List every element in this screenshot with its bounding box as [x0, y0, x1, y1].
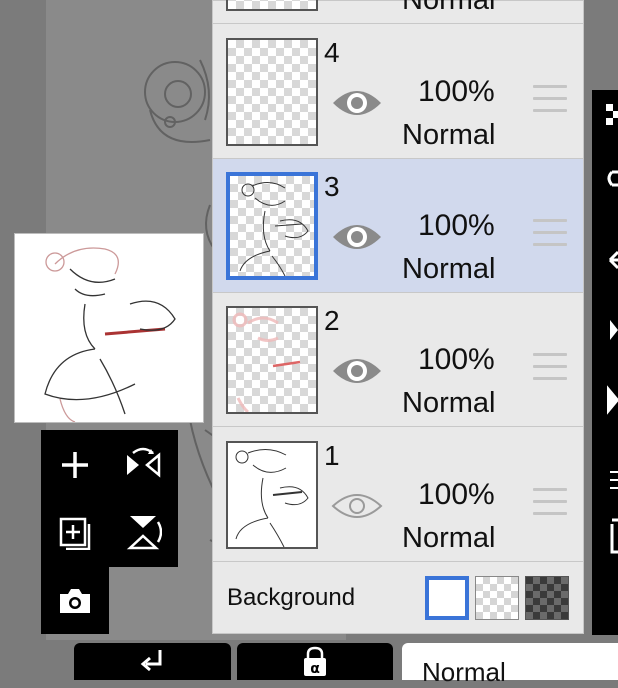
checker-icon: [606, 104, 618, 125]
trash-icon: [610, 518, 618, 554]
layer-blend-mode: Normal: [402, 0, 496, 16]
layer-drawing: [235, 449, 309, 547]
flip-v-icon: [607, 385, 618, 415]
duplicate-layer-icon: [59, 517, 91, 550]
background-row: Background: [213, 564, 583, 632]
duplicate-layer-button[interactable]: [45, 504, 105, 560]
layers-panel: Normal 4 100% Normal 3 100% Normal 2 100…: [212, 0, 584, 634]
layer-thumbnail: [226, 172, 318, 280]
arrow-left-icon: [608, 250, 618, 270]
camera-icon: [60, 589, 90, 613]
merge-icon: [610, 471, 618, 489]
background-white-option[interactable]: [425, 576, 469, 620]
layer-blend-mode[interactable]: Normal: [402, 387, 495, 420]
visibility-eye-icon[interactable]: [331, 217, 383, 257]
flip-horizontal-icon: [127, 447, 161, 478]
merge-down-icon: [140, 649, 161, 671]
right-toolbar-icons: [606, 104, 618, 554]
layer-blend-mode[interactable]: Normal: [402, 119, 495, 152]
drag-handle-icon[interactable]: [533, 353, 567, 383]
drag-handle-icon[interactable]: [533, 488, 567, 518]
move-icon: [607, 170, 618, 187]
layer-thumbnail: [226, 441, 318, 549]
drag-handle-icon[interactable]: [533, 85, 567, 115]
background-dark-checker-option[interactable]: [525, 576, 569, 620]
camera-button[interactable]: [45, 573, 105, 629]
layer-row-4[interactable]: 4 100% Normal: [213, 25, 583, 159]
alpha-lock-icon: α: [304, 646, 326, 677]
layer-opacity[interactable]: 100%: [418, 209, 495, 243]
layer-opacity[interactable]: 100%: [418, 343, 495, 377]
layer-number: 2: [324, 305, 340, 336]
flip-vertical-icon: [126, 516, 162, 550]
layer-row-1[interactable]: 1 100% Normal: [213, 428, 583, 562]
layer-number: 3: [324, 171, 340, 202]
layer-number: 1: [324, 440, 340, 471]
visibility-eye-icon[interactable]: [331, 486, 383, 526]
merge-down-button[interactable]: [74, 643, 231, 680]
layer-row-3[interactable]: 3 100% Normal: [213, 159, 583, 293]
canvas-preview: [14, 233, 204, 423]
preview-drawing: [44, 247, 176, 423]
layer-thumbnail: [226, 306, 318, 414]
add-layer-button[interactable]: [45, 437, 105, 493]
layer-drawing: [239, 182, 309, 276]
layer-blend-mode[interactable]: Normal: [402, 253, 495, 286]
background-label: Background: [227, 584, 356, 611]
visibility-eye-icon[interactable]: [331, 351, 383, 391]
flip-vertical-button[interactable]: [113, 504, 173, 560]
add-layer-icon: [62, 452, 88, 478]
layer-thumbnail: [226, 38, 318, 146]
layer-opacity[interactable]: 100%: [418, 75, 495, 109]
svg-text:α: α: [310, 661, 320, 677]
right-toolbar: [592, 90, 618, 635]
layer-opacity[interactable]: 100%: [418, 478, 495, 512]
layer-row-partial[interactable]: Normal: [213, 0, 583, 24]
layer-drawing: [232, 312, 301, 412]
visibility-eye-icon[interactable]: [331, 83, 383, 123]
alpha-lock-button[interactable]: α: [237, 643, 393, 680]
blend-mode-selector[interactable]: Normal: [402, 643, 618, 687]
layer-number: 4: [324, 37, 340, 68]
drag-handle-icon[interactable]: [533, 219, 567, 249]
layer-row-2[interactable]: 2 100% Normal: [213, 293, 583, 427]
background-transparent-option[interactable]: [475, 576, 519, 620]
flip-h-icon: [610, 320, 618, 340]
flip-horizontal-button[interactable]: [113, 437, 173, 493]
layer-thumbnail: [226, 0, 318, 11]
blend-mode-value: Normal: [422, 657, 506, 687]
layer-blend-mode[interactable]: Normal: [402, 522, 495, 555]
